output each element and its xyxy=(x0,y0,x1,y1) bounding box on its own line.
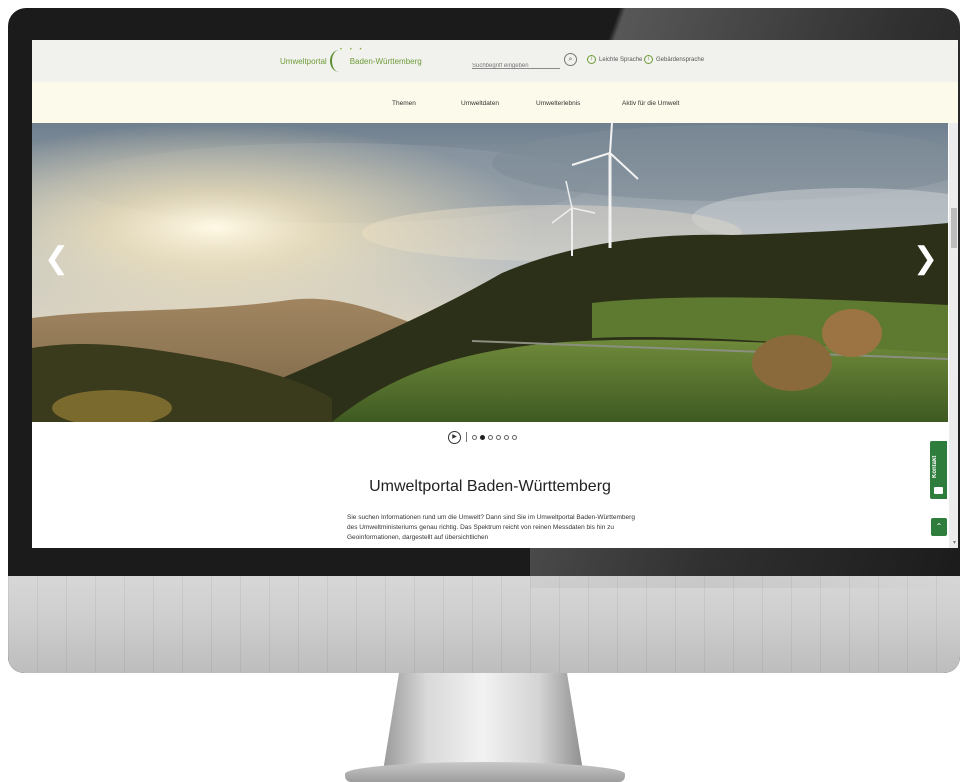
carousel-dot[interactable] xyxy=(512,434,517,440)
carousel-play-button[interactable]: ▶ xyxy=(448,430,461,444)
hero-image xyxy=(32,123,948,422)
monitor-chin xyxy=(8,576,960,673)
easy-language-icon: i xyxy=(587,55,596,64)
logo-arc-icon xyxy=(329,50,348,72)
site-logo[interactable]: Umweltportal • • • Baden-Württemberg xyxy=(280,47,422,73)
sign-language-label: Gebärdensprache xyxy=(656,56,705,63)
nav-item-umweltdaten[interactable]: Umweltdaten xyxy=(461,100,499,107)
scroll-thumb[interactable] xyxy=(951,208,957,248)
carousel-indicators: ▶ xyxy=(448,430,517,444)
website-screen: Umweltportal • • • Baden-Württemberg ⌕ i… xyxy=(32,40,958,548)
play-icon: ▶ xyxy=(452,433,457,440)
page-title: Umweltportal Baden-Württemberg xyxy=(369,478,611,495)
carousel-dot[interactable] xyxy=(504,434,509,440)
hero-carousel: ❮ ❯ xyxy=(32,123,948,422)
contact-tab[interactable]: Kontakt xyxy=(930,441,947,499)
back-to-top-button[interactable]: ⌃ xyxy=(931,518,947,536)
logo-dots-icon: • • • xyxy=(340,47,365,53)
monitor-stand-neck xyxy=(383,673,583,771)
carousel-dot[interactable] xyxy=(480,434,485,440)
carousel-dot[interactable] xyxy=(472,434,477,440)
easy-language-label: Leichte Sprache xyxy=(599,56,643,63)
nav-item-umwelterlebnis[interactable]: Umwelterlebnis xyxy=(536,100,580,107)
main-nav: Themen Umweltdaten Umwelterlebnis Aktiv … xyxy=(32,82,958,124)
logo-text-left: Umweltportal xyxy=(280,56,327,66)
search-icon: ⌕ xyxy=(568,56,573,63)
search-input[interactable] xyxy=(472,59,560,73)
nav-item-themen[interactable]: Themen xyxy=(392,100,416,107)
indicator-separator xyxy=(466,432,467,442)
carousel-dot[interactable] xyxy=(488,434,493,440)
nav-item-aktiv[interactable]: Aktiv für die Umwelt xyxy=(622,100,679,107)
easy-language-link[interactable]: i Leichte Sprache xyxy=(587,55,642,64)
page-scrollbar[interactable]: ▾ xyxy=(949,123,958,548)
chevron-up-icon: ⌃ xyxy=(935,522,943,531)
search-button[interactable]: ⌕ xyxy=(564,53,577,66)
carousel-dot[interactable] xyxy=(496,434,501,440)
chat-icon xyxy=(934,487,943,494)
carousel-prev-arrow[interactable]: ❮ xyxy=(44,241,69,276)
top-bar: Umweltportal • • • Baden-Württemberg ⌕ i… xyxy=(32,40,958,83)
carousel-next-arrow[interactable]: ❯ xyxy=(913,241,938,276)
scroll-down-arrow-icon[interactable]: ▾ xyxy=(953,539,956,546)
sign-language-icon: i xyxy=(644,55,653,64)
monitor-stand-base xyxy=(345,762,625,782)
search-field xyxy=(472,54,560,73)
logo-text-right: Baden-Württemberg xyxy=(349,56,422,66)
contact-tab-label: Kontakt xyxy=(932,455,938,479)
intro-text: Sie suchen Informationen rund um die Umw… xyxy=(347,514,635,541)
sign-language-link[interactable]: i Gebärdensprache xyxy=(644,55,704,64)
